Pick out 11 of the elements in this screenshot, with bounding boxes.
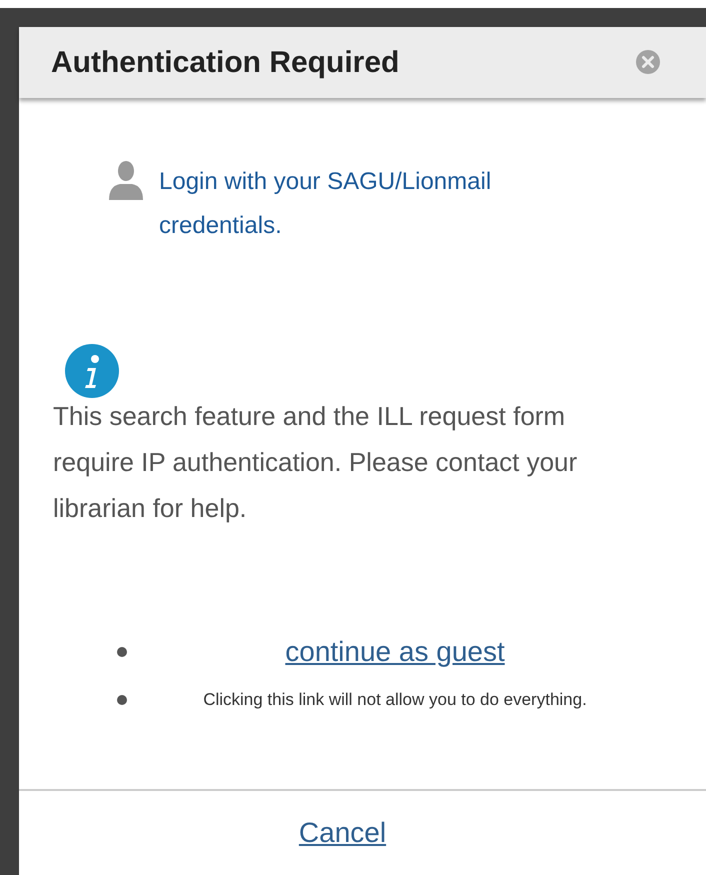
person-icon [107, 160, 145, 200]
dialog-title: Authentication Required [51, 44, 400, 80]
bullet-icon [117, 647, 127, 657]
close-icon[interactable] [636, 50, 660, 74]
info-icon [64, 343, 120, 399]
cancel-link[interactable]: Cancel [298, 812, 386, 854]
info-message: This search feature and the ILL request form require IP authentication. Please contact your librarian for help. [53, 400, 578, 525]
guest-link[interactable]: continue as guest [285, 636, 505, 667]
note-text: Clicking this link will not allow you to do everything. [203, 690, 587, 709]
bullet-icon [117, 695, 127, 705]
login-link[interactable]: Login with your SAGU/Lionmail credentials. [159, 160, 559, 248]
